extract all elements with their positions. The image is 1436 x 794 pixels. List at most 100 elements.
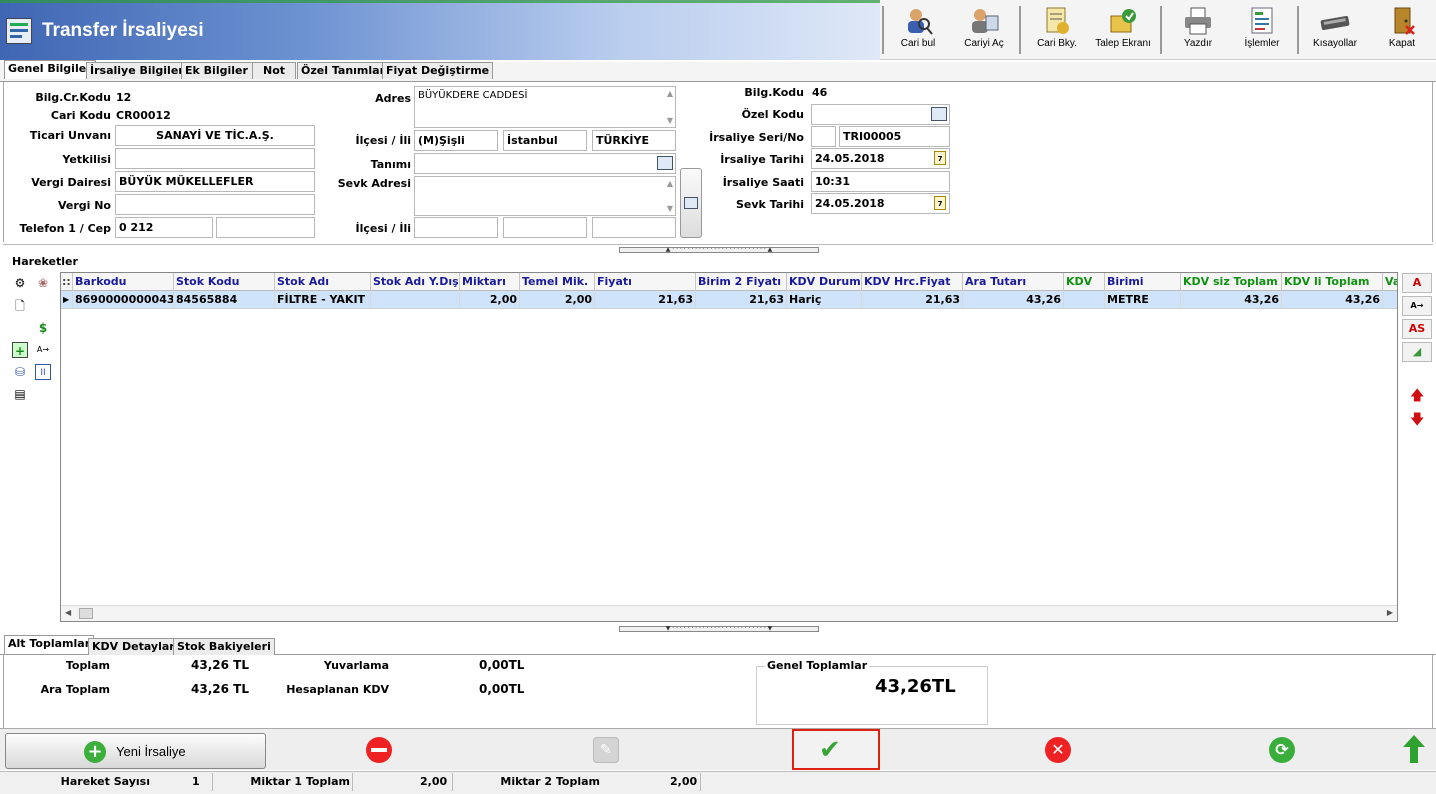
- col-kdv-siz-toplam[interactable]: KDV siz Toplam: [1181, 273, 1282, 291]
- edit-button[interactable]: ✎: [593, 737, 619, 763]
- col-stok-adi-ydisi[interactable]: Stok Adı Y.Dışı: [371, 273, 460, 291]
- irsaliye-tarihi-field[interactable]: 24.05.2018 7: [811, 148, 950, 169]
- dollar-icon[interactable]: $: [35, 320, 51, 336]
- vergi-no-field[interactable]: [115, 194, 315, 215]
- col-barkodu[interactable]: Barkodu: [73, 273, 174, 291]
- sevk-adresi-lookup-button[interactable]: [680, 168, 702, 238]
- vergi-dairesi-field[interactable]: BÜYÜK MÜKELLEFLER: [115, 171, 315, 192]
- tab-not[interactable]: Not: [252, 62, 296, 79]
- tab-kdv-detaylari[interactable]: KDV Detayları: [88, 638, 183, 655]
- kapat-button[interactable]: Kapat: [1372, 4, 1432, 56]
- tab-stok-bakiyeleri[interactable]: Stok Bakiyeleri: [173, 638, 275, 655]
- sevk-tarihi-field[interactable]: 24.05.2018 7: [811, 193, 950, 214]
- font-color-button[interactable]: A: [1402, 273, 1432, 293]
- cariyi-ac-button[interactable]: Cariyi Aç: [954, 4, 1014, 56]
- talep-ekrani-button[interactable]: Talep Ekranı: [1090, 4, 1156, 56]
- ozel-kodu-field[interactable]: [811, 104, 950, 125]
- adres-scroll-down[interactable]: ▼: [667, 116, 673, 125]
- tanimi-lookup-icon[interactable]: [657, 156, 673, 170]
- cell-va[interactable]: [1383, 291, 1397, 309]
- scroll-left-icon[interactable]: ◀: [65, 608, 71, 617]
- delete-button[interactable]: [366, 737, 392, 763]
- ozel-kodu-lookup-icon[interactable]: [931, 107, 947, 121]
- cell-birim2-fiyati[interactable]: 21,63: [696, 291, 787, 309]
- cari-bul-button[interactable]: Cari bul: [888, 4, 948, 56]
- new-doc-icon[interactable]: 🗋: [12, 298, 28, 314]
- cari-bky-button[interactable]: Cari Bky.: [1026, 4, 1088, 56]
- cell-miktari[interactable]: 2,00: [460, 291, 520, 309]
- filter-icon[interactable]: ⛁: [12, 364, 28, 380]
- irsaliye-saati-field[interactable]: 10:31: [811, 171, 950, 192]
- cep-field[interactable]: [216, 217, 315, 238]
- col-temel-mik[interactable]: Temel Mik.: [520, 273, 595, 291]
- refresh-button[interactable]: ⟳: [1269, 737, 1295, 763]
- il-field[interactable]: İstanbul: [503, 130, 587, 151]
- ulke-field[interactable]: TÜRKİYE: [592, 130, 676, 151]
- up-button[interactable]: [1403, 735, 1425, 765]
- new-irsaliye-button[interactable]: + Yeni İrsaliye: [5, 733, 266, 769]
- adres-field[interactable]: BÜYÜKDERE CADDESİ ▲ ▼: [414, 86, 676, 128]
- col-birimi[interactable]: Birimi: [1105, 273, 1181, 291]
- col-fiyati[interactable]: Fiyatı: [595, 273, 696, 291]
- col-miktari[interactable]: Miktarı: [460, 273, 520, 291]
- tab-ozel-tanimlar[interactable]: Özel Tanımlar: [297, 62, 390, 79]
- autosize-button[interactable]: AS: [1402, 319, 1432, 339]
- cell-kdv-hrc-fiyat[interactable]: 21,63: [862, 291, 963, 309]
- no-field[interactable]: TRI00005: [839, 126, 950, 147]
- tab-alt-toplamlar[interactable]: Alt Toplamlar: [4, 635, 95, 654]
- cancel-button[interactable]: ✕: [1045, 737, 1071, 763]
- tab-fiyat-degistirme[interactable]: Fiyat Değiştirme: [382, 62, 494, 79]
- cell-stok-adi[interactable]: FİLTRE - YAKIT: [275, 291, 371, 309]
- sevk-adresi-field[interactable]: ▲ ▼: [414, 176, 676, 216]
- cell-kdv-siz-toplam[interactable]: 43,26: [1181, 291, 1282, 309]
- seri-field[interactable]: [811, 126, 836, 147]
- move-up-icon[interactable]: 🡅: [1410, 385, 1424, 409]
- sevk-ilce-field[interactable]: [414, 217, 498, 238]
- sevk-scroll-up[interactable]: ▲: [667, 179, 673, 188]
- report-icon[interactable]: ▤: [12, 386, 28, 402]
- ilce-field[interactable]: (M)Şişli: [414, 130, 498, 151]
- cell-barkodu[interactable]: 8690000000043: [73, 291, 174, 309]
- move-down-icon[interactable]: 🡇: [1410, 409, 1424, 433]
- sevk-ulke-field[interactable]: [592, 217, 676, 238]
- splitter-top[interactable]: ▲ · · · · · · · · · · · · · · · · · · · …: [619, 247, 819, 253]
- sevk-scroll-down[interactable]: ▼: [667, 204, 673, 213]
- cell-stok-kodu[interactable]: 84565884: [174, 291, 275, 309]
- tanimi-field[interactable]: [414, 153, 676, 174]
- text-replace-button[interactable]: A→: [1402, 296, 1432, 316]
- col-kdv-durumu[interactable]: KDV Durumu: [787, 273, 862, 291]
- scroll-right-icon[interactable]: ▶: [1387, 608, 1393, 617]
- save-button[interactable]: ✔: [792, 729, 880, 770]
- resize-button[interactable]: ◢: [1402, 342, 1432, 362]
- cell-stok-adi-ydisi[interactable]: [371, 291, 460, 309]
- col-va[interactable]: Va: [1383, 273, 1397, 291]
- cell-kdv-li-toplam[interactable]: 43,26: [1282, 291, 1383, 309]
- col-stok-adi[interactable]: Stok Adı: [275, 273, 371, 291]
- islemler-button[interactable]: İşlemler: [1232, 4, 1292, 56]
- col-kdv[interactable]: KDV: [1064, 273, 1105, 291]
- col-stok-kodu[interactable]: Stok Kodu: [174, 273, 275, 291]
- animal-icon[interactable]: ❀: [35, 275, 51, 291]
- cell-birimi[interactable]: METRE: [1105, 291, 1181, 309]
- text-replace-icon[interactable]: A→: [35, 342, 51, 358]
- pause-icon[interactable]: II: [35, 364, 51, 380]
- cell-temel-mik[interactable]: 2,00: [520, 291, 595, 309]
- cell-kdv-durumu[interactable]: Hariç: [787, 291, 862, 309]
- scroll-thumb[interactable]: [79, 608, 93, 619]
- col-kdv-hrc-fiyat[interactable]: KDV Hrc.Fiyat: [862, 273, 963, 291]
- col-birim2-fiyati[interactable]: Birim 2 Fiyatı: [696, 273, 787, 291]
- telefon-1-field[interactable]: 0 212: [115, 217, 213, 238]
- cell-kdv[interactable]: [1064, 291, 1105, 309]
- yetkilisi-field[interactable]: [115, 148, 315, 169]
- cell-fiyati[interactable]: 21,63: [595, 291, 696, 309]
- settings-icon[interactable]: ⚙: [12, 275, 28, 291]
- table-row[interactable]: ▶ 8690000000043 84565884 FİLTRE - YAKIT …: [61, 291, 1397, 309]
- tab-irsaliye-bilgileri[interactable]: İrsaliye Bilgileri: [86, 62, 192, 79]
- add-row-icon[interactable]: +: [12, 342, 28, 358]
- tab-genel-bilgiler[interactable]: Genel Bilgiler: [4, 60, 96, 79]
- sevk-il-field[interactable]: [503, 217, 587, 238]
- cell-ara-tutari[interactable]: 43,26: [963, 291, 1064, 309]
- yazdir-button[interactable]: Yazdır: [1168, 4, 1228, 56]
- kisayollar-button[interactable]: Kısayollar: [1302, 4, 1368, 56]
- col-ara-tutari[interactable]: Ara Tutarı: [963, 273, 1064, 291]
